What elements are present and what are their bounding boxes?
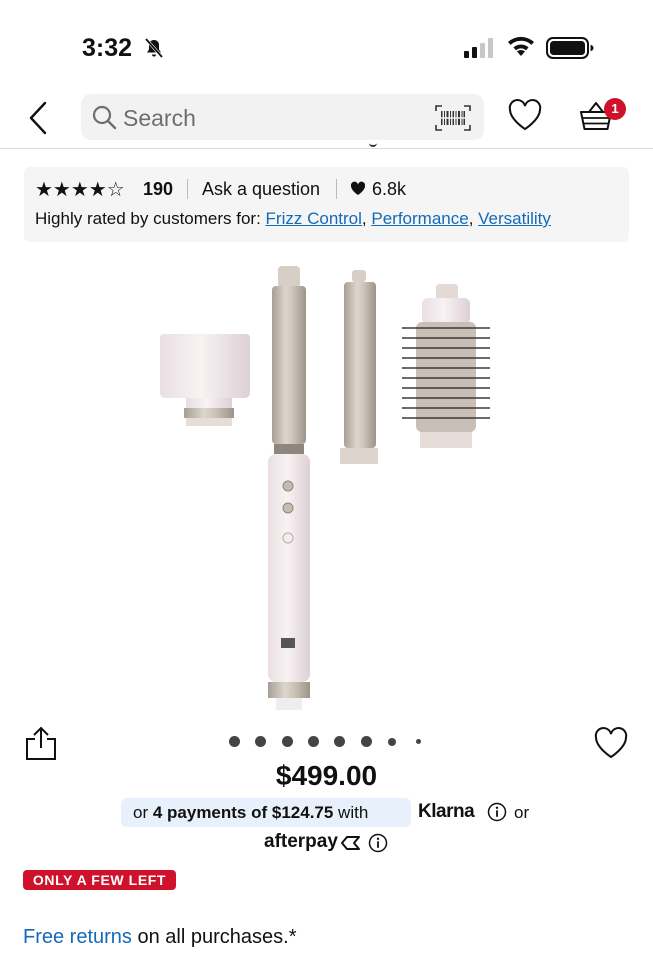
divider	[187, 179, 188, 199]
search-icon	[92, 105, 117, 130]
gallery-dot[interactable]	[307, 736, 319, 747]
signal-icon	[464, 38, 493, 58]
installment-suffix: with	[333, 803, 369, 822]
highly-rated-label: Highly rated by customers for:	[35, 209, 261, 228]
barcode-icon[interactable]	[434, 103, 472, 133]
status-bar: 3:32	[0, 0, 653, 92]
divider	[336, 179, 337, 199]
nav-divider	[0, 148, 653, 149]
afterpay-arrows-icon	[341, 836, 360, 850]
returns-text: on all purchases.*	[131, 926, 297, 948]
comma: ,	[468, 209, 479, 228]
returns-line: Free returns on all purchases.*	[23, 926, 296, 949]
ask-question-link[interactable]: Ask a question	[202, 179, 320, 200]
highlight-link-performance[interactable]: Performance	[371, 209, 468, 228]
product-image[interactable]	[150, 258, 510, 718]
bell-slash-icon	[144, 38, 164, 58]
gallery-dot[interactable]	[388, 737, 397, 746]
concentrator-attachment	[160, 334, 250, 426]
gallery-dot[interactable]	[416, 739, 422, 744]
share-icon[interactable]	[24, 725, 58, 761]
highlight-link-versatility[interactable]: Versatility	[478, 209, 551, 228]
search-input[interactable]: Search	[81, 94, 484, 140]
ratings-panel: ★★★★☆ 190 Ask a question 6.8k Highly rat…	[24, 167, 629, 242]
product-price: $499.00	[275, 760, 378, 791]
wifi-icon	[508, 36, 534, 56]
free-returns-link[interactable]: Free returns	[23, 926, 132, 948]
gallery-dot[interactable]	[281, 736, 293, 747]
klarna-logo[interactable]: Klarna	[418, 801, 475, 823]
filled-heart-icon	[350, 181, 366, 195]
afterpay-logo[interactable]: afterpay	[264, 831, 338, 853]
round-brush-attachment	[402, 284, 490, 448]
low-stock-badge: ONLY A FEW LEFT	[23, 870, 176, 890]
comma: ,	[361, 209, 372, 228]
heart-icon[interactable]	[507, 98, 543, 132]
main-handle	[268, 266, 310, 710]
curling-barrel-attachment	[340, 270, 378, 464]
installment-text: or 4 payments of $124.75 with	[133, 803, 368, 823]
star-rating[interactable]: ★★★★☆	[35, 177, 125, 202]
back-icon[interactable]	[26, 98, 52, 138]
battery-icon	[546, 37, 594, 59]
gallery-dot[interactable]	[360, 736, 372, 747]
info-icon[interactable]	[487, 802, 507, 822]
or-text: or	[514, 803, 530, 822]
review-count[interactable]: 190	[143, 179, 173, 200]
basket-count-badge: 1	[604, 98, 626, 120]
gallery-dot[interactable]	[334, 736, 346, 747]
highlight-link-frizz-control[interactable]: Frizz Control	[266, 209, 362, 228]
top-nav: Search	[0, 92, 653, 148]
info-icon[interactable]	[368, 833, 388, 853]
gallery-dot[interactable]	[229, 736, 240, 747]
status-time: 3:32	[82, 34, 133, 62]
search-placeholder: Search	[123, 105, 196, 131]
gallery-dot[interactable]	[255, 736, 267, 747]
highly-rated-line: Highly rated by customers for: Frizz Con…	[35, 209, 551, 229]
installment-amount: 4 payments of $124.75	[152, 803, 334, 822]
loves-count: 6.8k	[372, 179, 407, 199]
installment-prefix: or	[133, 803, 153, 822]
heart-icon[interactable]	[593, 726, 629, 760]
